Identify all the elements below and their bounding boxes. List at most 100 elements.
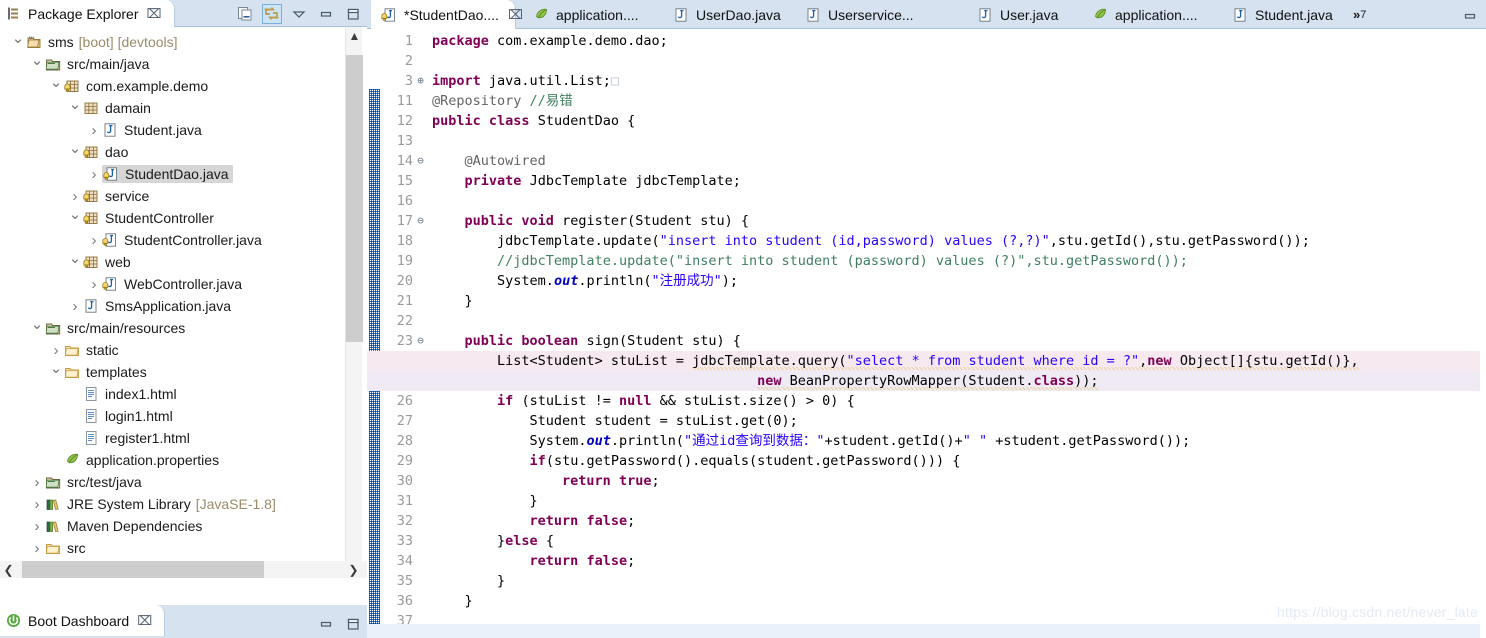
- editor-tab-application[interactable]: application....: [1082, 0, 1217, 29]
- chevron-right-icon[interactable]: [29, 518, 45, 535]
- chevron-down-icon[interactable]: [67, 99, 83, 117]
- code-line[interactable]: [367, 191, 1486, 211]
- code-line[interactable]: }: [367, 571, 1486, 591]
- tree-item-damain[interactable]: damain: [0, 97, 345, 119]
- tree-item-studentcontroller-java[interactable]: StudentController.java: [0, 229, 345, 251]
- tree-item-src[interactable]: src: [0, 537, 345, 559]
- chevron-right-icon[interactable]: [86, 232, 102, 249]
- chevron-right-icon[interactable]: [29, 540, 45, 557]
- tree-horizontal-scrollbar[interactable]: ❮ ❯: [0, 561, 367, 578]
- tree-item-static[interactable]: static: [0, 339, 345, 361]
- tab-boot-dashboard[interactable]: Boot Dashboard ⌧: [0, 605, 165, 636]
- maximize-icon[interactable]: [343, 4, 363, 24]
- code-line[interactable]: [367, 51, 1486, 71]
- view-menu-icon[interactable]: [289, 4, 309, 24]
- code-line[interactable]: [367, 311, 1486, 331]
- code-line[interactable]: public class StudentDao {: [367, 111, 1486, 131]
- tree-item-studentdao-java[interactable]: StudentDao.java: [0, 163, 345, 185]
- project-tree-area[interactable]: MJ sms[boot] [devtools] src/main/java com.e…: [0, 27, 367, 578]
- editor-tab-userdao-java[interactable]: UserDao.java: [663, 0, 791, 29]
- chevron-right-icon[interactable]: [29, 496, 45, 513]
- collapse-all-icon[interactable]: [235, 4, 255, 24]
- editor-tab-studentdao[interactable]: *StudentDao.... ⌧: [371, 0, 523, 29]
- editor-tab-application[interactable]: application....: [523, 0, 658, 29]
- tree-item-templates[interactable]: templates: [0, 361, 345, 383]
- tree-item-src-main-resources[interactable]: src/main/resources: [0, 317, 345, 339]
- editor-tab-student-java[interactable]: Student.java: [1222, 0, 1344, 29]
- code-line[interactable]: return false;: [367, 551, 1486, 571]
- chevron-right-icon[interactable]: [67, 298, 83, 315]
- code-text[interactable]: package com.example.demo.dao; import java…: [367, 29, 1486, 638]
- code-line[interactable]: private JdbcTemplate jdbcTemplate;: [367, 171, 1486, 191]
- chevron-right-icon[interactable]: [67, 188, 83, 205]
- code-line[interactable]: public boolean sign(Student stu) {: [367, 331, 1486, 351]
- close-icon[interactable]: ⌧: [147, 7, 162, 20]
- tree-hscroll-thumb[interactable]: [22, 561, 264, 578]
- code-line[interactable]: return false;: [367, 511, 1486, 531]
- maximize-icon[interactable]: [343, 614, 363, 634]
- chevron-down-icon[interactable]: [67, 253, 83, 271]
- chevron-down-icon[interactable]: [10, 33, 26, 51]
- link-with-editor-icon[interactable]: [262, 3, 282, 24]
- close-icon[interactable]: ⌧: [508, 8, 523, 21]
- chevron-right-icon[interactable]: [86, 122, 102, 139]
- minimize-icon[interactable]: [316, 614, 336, 634]
- tree-item-login1-html[interactable]: login1.html: [0, 405, 345, 427]
- tree-item-student-java[interactable]: Student.java: [0, 119, 345, 141]
- code-line[interactable]: package com.example.demo.dao;: [367, 31, 1486, 51]
- code-line[interactable]: jdbcTemplate.update("insert into student…: [367, 231, 1486, 251]
- tree-item-com-example-demo[interactable]: com.example.demo: [0, 75, 345, 97]
- tree-item-index1-html[interactable]: index1.html: [0, 383, 345, 405]
- code-line[interactable]: }else {: [367, 531, 1486, 551]
- minimize-icon[interactable]: [316, 4, 336, 24]
- code-line[interactable]: System.out.println("注册成功");: [367, 271, 1486, 291]
- editor-tab-user-java[interactable]: User.java: [967, 0, 1072, 29]
- chevron-right-icon[interactable]: [86, 276, 102, 293]
- tree-item-application-properties[interactable]: application.properties: [0, 449, 345, 471]
- chevron-down-icon[interactable]: [67, 143, 83, 161]
- code-line[interactable]: new BeanPropertyRowMapper(Student.class)…: [367, 371, 1486, 391]
- tree-item-sms[interactable]: MJ sms[boot] [devtools]: [0, 31, 345, 53]
- code-line[interactable]: List<Student> stuList = jdbcTemplate.que…: [367, 351, 1486, 371]
- tree-item-studentcontroller[interactable]: StudentController: [0, 207, 345, 229]
- tree-item-web[interactable]: web: [0, 251, 345, 273]
- tree-item-dao[interactable]: dao: [0, 141, 345, 163]
- code-line[interactable]: @Repository //易错: [367, 91, 1486, 111]
- scroll-left-icon[interactable]: ❮: [0, 561, 17, 578]
- tree-vscroll-thumb[interactable]: [346, 55, 363, 342]
- project-tree[interactable]: MJ sms[boot] [devtools] src/main/java com.e…: [0, 27, 345, 578]
- scroll-right-icon[interactable]: ❯: [345, 561, 362, 578]
- code-line[interactable]: import java.util.List;□: [367, 71, 1486, 91]
- editor-tab-userservice[interactable]: Userservice...: [795, 0, 925, 29]
- tree-vertical-scrollbar[interactable]: ▲ ▼: [345, 27, 363, 578]
- code-editor[interactable]: 123⊕11121314⊖151617⊖181920212223⊖2425262…: [367, 29, 1486, 638]
- tree-item-jre-system-library[interactable]: JRE System Library[JavaSE-1.8]: [0, 493, 345, 515]
- code-line[interactable]: System.out.println("通过id查询到数据："+student.…: [367, 431, 1486, 451]
- code-line[interactable]: @Autowired: [367, 151, 1486, 171]
- code-line[interactable]: if(stu.getPassword().equals(student.getP…: [367, 451, 1486, 471]
- code-line[interactable]: if (stuList != null && stuList.size() > …: [367, 391, 1486, 411]
- chevron-down-icon[interactable]: [48, 363, 64, 381]
- tree-item-register1-html[interactable]: register1.html: [0, 427, 345, 449]
- editor-tab-overflow-button[interactable]: » 7: [1353, 0, 1366, 29]
- code-line[interactable]: Student student = stuList.get(0);: [367, 411, 1486, 431]
- tab-package-explorer[interactable]: Package Explorer ⌧: [0, 0, 175, 27]
- tree-item-smsapplication-java[interactable]: SmsApplication.java: [0, 295, 345, 317]
- code-line[interactable]: [367, 131, 1486, 151]
- code-line[interactable]: }: [367, 291, 1486, 311]
- close-icon[interactable]: ⌧: [137, 614, 152, 627]
- chevron-down-icon[interactable]: [29, 55, 45, 73]
- code-line[interactable]: public void register(Student stu) {: [367, 211, 1486, 231]
- code-line[interactable]: }: [367, 491, 1486, 511]
- tree-item-maven-dependencies[interactable]: Maven Dependencies: [0, 515, 345, 537]
- tree-item-webcontroller-java[interactable]: WebController.java: [0, 273, 345, 295]
- tree-item-service[interactable]: service: [0, 185, 345, 207]
- code-line[interactable]: //jdbcTemplate.update("insert into stude…: [367, 251, 1486, 271]
- minimize-icon[interactable]: [1460, 6, 1480, 26]
- chevron-down-icon[interactable]: [29, 319, 45, 337]
- chevron-down-icon[interactable]: [48, 77, 64, 95]
- chevron-right-icon[interactable]: [29, 474, 45, 491]
- chevron-right-icon[interactable]: [48, 342, 64, 359]
- scroll-up-icon[interactable]: ▲: [346, 27, 363, 44]
- chevron-right-icon[interactable]: [86, 166, 102, 183]
